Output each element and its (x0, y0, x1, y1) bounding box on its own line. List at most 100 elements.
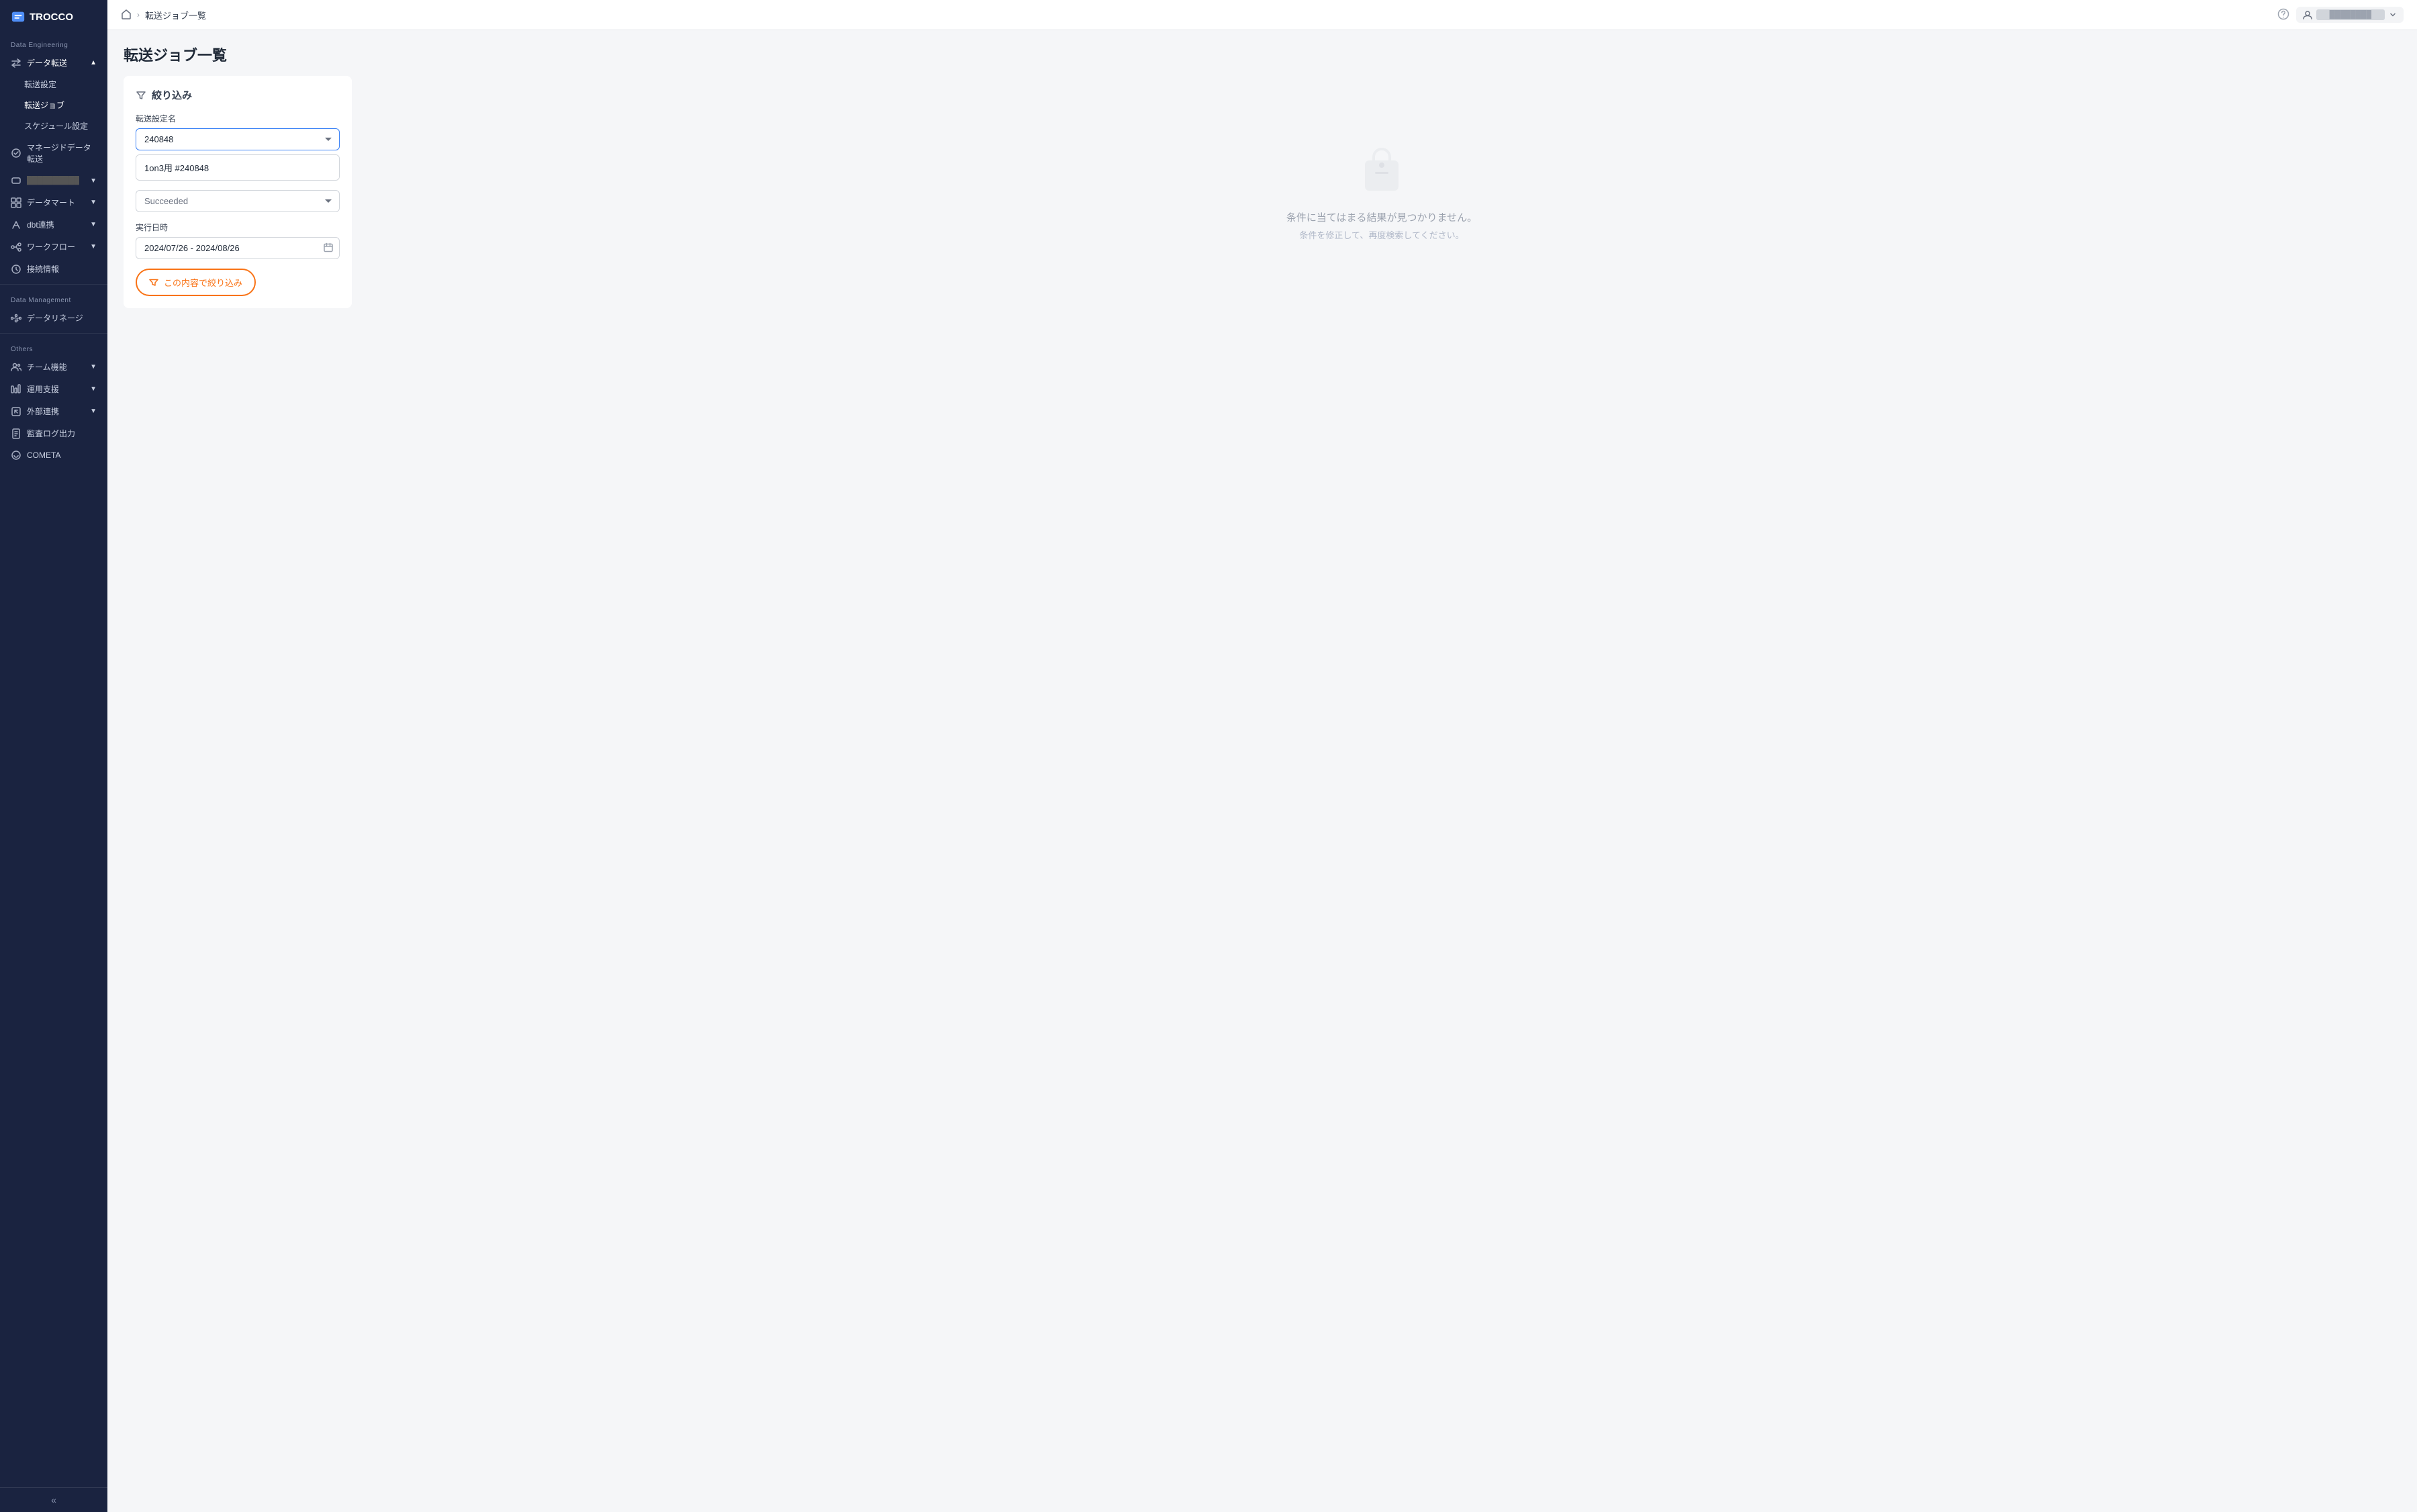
main-area: › 転送ジョブ一覧 ████████ (107, 0, 2417, 1512)
transfer-setting-select[interactable]: 240848 (136, 128, 340, 150)
chevron-down-icon: ▼ (90, 177, 97, 185)
sidebar-label-dbt: dbt連携 (27, 219, 54, 230)
filter-title: 絞り込み (152, 88, 192, 102)
execution-date-input[interactable] (136, 237, 340, 259)
divider-1 (0, 284, 107, 285)
redacted-icon (11, 175, 21, 186)
date-input-wrap (136, 237, 340, 259)
dropdown-suggestion-item[interactable]: 1on3用 #240848 (136, 155, 339, 180)
topbar: › 転送ジョブ一覧 ████████ (107, 0, 2417, 30)
user-chevron-icon (2389, 11, 2397, 19)
sidebar-item-team[interactable]: チーム機能 ▼ (0, 356, 107, 378)
execution-date-form-group: 実行日時 (136, 222, 340, 259)
breadcrumb-home[interactable] (121, 9, 132, 21)
chevron-down-icon-datamart: ▼ (90, 199, 97, 206)
app-logo[interactable]: TROCCO (0, 0, 107, 34)
workflow-icon (11, 242, 21, 252)
breadcrumb-separator: › (137, 10, 140, 19)
sidebar-item-datamart[interactable]: データマート ▼ (0, 191, 107, 214)
filter-button[interactable]: この内容で絞り込み (136, 269, 256, 296)
dbt-icon (11, 220, 21, 230)
sidebar-label-external: 外部連携 (27, 406, 59, 417)
sidebar-label-transfer-settings: 転送設定 (24, 79, 56, 90)
sidebar-collapse-button[interactable]: « (0, 1488, 107, 1512)
filter-icon (136, 90, 146, 101)
sidebar-label-data-transfer: データ転送 (27, 57, 67, 68)
dropdown-suggestions: 1on3用 #240848 (136, 154, 340, 181)
trocco-logo-icon (11, 9, 26, 24)
sidebar-label-connection: 接続情報 (27, 263, 59, 275)
sidebar-item-lineage[interactable]: データリネージ (0, 307, 107, 329)
sidebar-item-connection[interactable]: 接続情報 (0, 258, 107, 280)
sidebar: TROCCO Data Engineering データ転送 ▲ 転送設定 転送ジ… (0, 0, 107, 1512)
audit-icon (11, 428, 21, 439)
page-title: 転送ジョブ一覧 (124, 44, 2401, 65)
transfer-icon (11, 58, 21, 68)
empty-subtitle: 条件を修正して、再度検索してください。 (1299, 228, 1464, 241)
sidebar-label-transfer-jobs: 転送ジョブ (24, 99, 64, 111)
sidebar-item-workflow[interactable]: ワークフロー ▼ (0, 236, 107, 258)
sidebar-label-datamart: データマート (27, 197, 75, 208)
lineage-icon (11, 313, 21, 324)
empty-icon (1355, 144, 1409, 199)
chevron-down-icon-workflow: ▼ (90, 243, 97, 250)
sidebar-label-audit: 監査ログ出力 (27, 428, 75, 439)
section-data-engineering: Data Engineering (0, 34, 107, 52)
chevron-down-icon-team: ▼ (90, 363, 97, 371)
sidebar-item-schedule-settings[interactable]: スケジュール設定 (0, 115, 107, 136)
chevron-down-icon-dbt: ▼ (90, 221, 97, 228)
chevron-down-icon-external: ▼ (90, 408, 97, 415)
status-form-group: Succeeded (136, 190, 340, 212)
collapse-icon: « (51, 1495, 56, 1505)
sidebar-item-dbt[interactable]: dbt連携 ▼ (0, 214, 107, 236)
sidebar-item-external[interactable]: 外部連携 ▼ (0, 400, 107, 422)
sidebar-item-transfer-jobs[interactable]: 転送ジョブ (0, 95, 107, 115)
sidebar-item-operations[interactable]: 運用支援 ▼ (0, 378, 107, 400)
sidebar-label-lineage: データリネージ (27, 312, 83, 324)
empty-state: 条件に当てはまる結果が見つかりません。 条件を修正して、再度検索してください。 (363, 76, 2401, 308)
filter-button-label: この内容で絞り込み (164, 276, 242, 289)
sidebar-item-cometa[interactable]: COMETA (0, 444, 107, 466)
transfer-setting-label: 転送設定名 (136, 113, 340, 124)
app-name: TROCCO (30, 11, 73, 23)
execution-date-label: 実行日時 (136, 222, 340, 233)
filter-panel: 絞り込み 転送設定名 240848 1on3用 #240848 (124, 76, 352, 308)
help-icon (2277, 8, 2289, 20)
user-menu[interactable]: ████████ (2296, 7, 2404, 23)
user-label: ████████ (2316, 9, 2385, 20)
status-select[interactable]: Succeeded (136, 190, 340, 212)
section-data-management: Data Management (0, 289, 107, 307)
sidebar-item-data-transfer[interactable]: データ転送 ▲ (0, 52, 107, 74)
ops-icon (11, 384, 21, 395)
sidebar-label-cometa: COMETA (27, 451, 60, 460)
sidebar-label-redacted: ██████████ (27, 177, 79, 185)
managed-icon (11, 148, 21, 158)
team-icon (11, 362, 21, 373)
sidebar-item-managed-transfer[interactable]: マネージドデータ転送 (0, 136, 107, 170)
sidebar-label-team: チーム機能 (27, 361, 67, 373)
filter-btn-icon (149, 278, 158, 287)
sidebar-item-redacted[interactable]: ██████████ ▼ (0, 170, 107, 191)
chevron-up-icon: ▲ (90, 59, 97, 66)
divider-2 (0, 333, 107, 334)
chevron-down-icon-ops: ▼ (90, 385, 97, 393)
connection-icon (11, 264, 21, 275)
sidebar-item-audit[interactable]: 監査ログ出力 (0, 422, 107, 444)
sidebar-label-managed-transfer: マネージドデータ転送 (27, 142, 97, 164)
user-icon (2303, 10, 2312, 19)
empty-title: 条件に当てはまる結果が見つかりません。 (1286, 210, 1477, 224)
transfer-setting-form-group: 転送設定名 240848 (136, 113, 340, 150)
page-content: 転送ジョブ一覧 絞り込み 転送設定名 240848 (107, 30, 2417, 1512)
breadcrumb-current: 転送ジョブ一覧 (145, 9, 206, 21)
external-icon (11, 406, 21, 417)
cometa-icon (11, 450, 21, 461)
help-button[interactable] (2277, 8, 2289, 22)
sidebar-label-operations: 運用支援 (27, 383, 59, 395)
section-others: Others (0, 338, 107, 356)
sidebar-label-schedule-settings: スケジュール設定 (24, 120, 88, 132)
home-icon (121, 9, 132, 19)
sidebar-label-workflow: ワークフロー (27, 241, 75, 252)
sidebar-bottom: « (0, 1487, 107, 1512)
datamart-icon (11, 197, 21, 208)
sidebar-item-transfer-settings[interactable]: 転送設定 (0, 74, 107, 95)
